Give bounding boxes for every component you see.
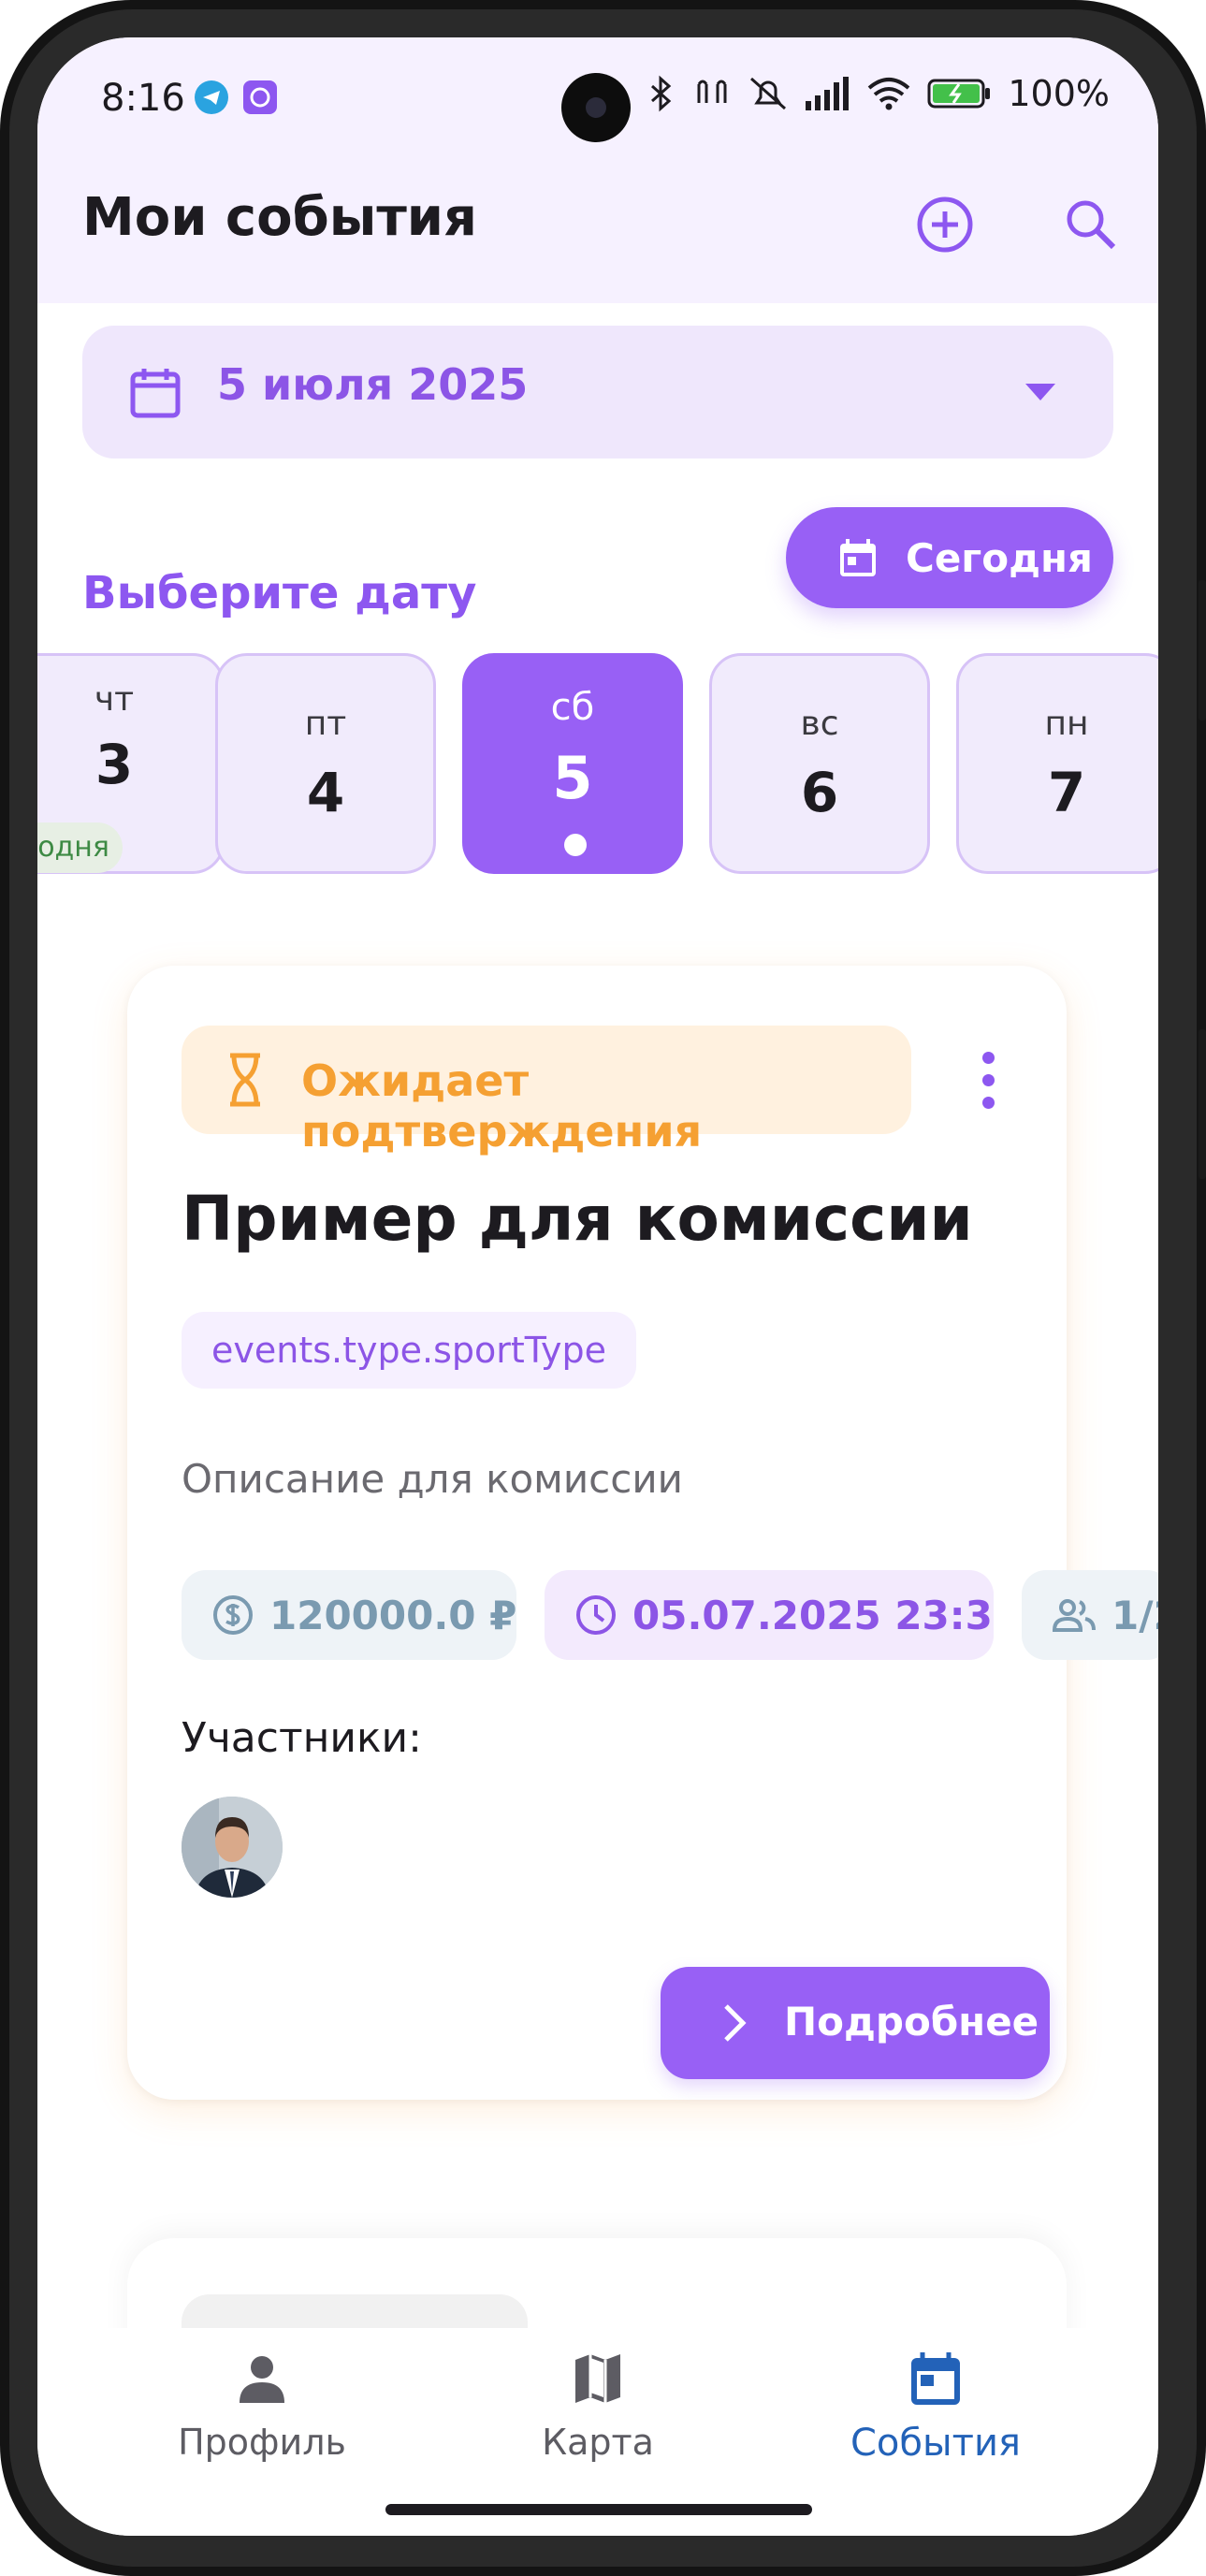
more-dot-icon xyxy=(982,1052,995,1064)
day-fri[interactable]: пт 4 xyxy=(215,653,436,874)
day-number: 7 xyxy=(1047,761,1086,824)
price-value: 120000.0 ₽ xyxy=(269,1592,516,1638)
battery-percent: 100% xyxy=(1008,73,1110,114)
participants-label: Участники: xyxy=(182,1714,422,1762)
power-button xyxy=(1199,1029,1206,1179)
details-button-label: Подробнее xyxy=(784,1999,1039,2045)
participants-count: 1/2 xyxy=(1112,1592,1158,1638)
phone-frame: 8:16 100% Мои события 5 июля 2025 Выбери… xyxy=(0,0,1206,2576)
status-badge: Ожидает подтверждения xyxy=(182,1026,911,1157)
day-thu[interactable]: чт 3 Сегодня xyxy=(37,653,225,874)
app-bar: 8:16 100% Мои события xyxy=(37,37,1158,303)
more-dot-icon xyxy=(982,1097,995,1109)
calendar-icon xyxy=(130,369,181,418)
avatar[interactable] xyxy=(182,1797,283,1898)
search-button[interactable] xyxy=(1052,185,1130,264)
day-name: пн xyxy=(1044,705,1089,743)
pick-date-label: Выберите дату xyxy=(82,567,477,619)
map-icon xyxy=(575,2354,620,2403)
participants-count-chip: 1/2 xyxy=(1022,1570,1158,1660)
day-number: 6 xyxy=(800,761,839,824)
day-name: сб xyxy=(550,686,595,729)
nav-label: Профиль xyxy=(178,2422,346,2463)
telegram-icon xyxy=(195,80,228,114)
headphones-icon xyxy=(697,80,727,103)
day-number: 4 xyxy=(306,761,345,824)
day-number: 3 xyxy=(94,733,134,796)
nav-events[interactable]: События xyxy=(795,2328,1076,2478)
event-type-chip: events.type.sportType xyxy=(182,1312,637,1389)
today-button[interactable]: Сегодня xyxy=(786,507,1113,608)
selected-date: 5 июля 2025 xyxy=(217,359,529,410)
day-name: вс xyxy=(800,705,839,743)
day-name: чт xyxy=(94,680,135,719)
more-options-button[interactable] xyxy=(951,1039,1025,1123)
calendar-icon xyxy=(911,2352,960,2405)
day-name: пт xyxy=(304,705,347,743)
datetime-chip: 05.07.2025 23:30 xyxy=(545,1570,994,1660)
dollar-icon xyxy=(213,1595,253,1635)
today-button-label: Сегодня xyxy=(906,535,1094,581)
page-title: Мои события xyxy=(82,187,477,248)
avatar-photo xyxy=(182,1797,283,1898)
status-icons: 100% xyxy=(647,73,1110,114)
signal-icon xyxy=(806,77,850,110)
chevron-right-icon xyxy=(724,2004,747,2042)
wifi-icon xyxy=(868,78,910,110)
person-icon xyxy=(240,2356,284,2403)
app-icon xyxy=(243,80,277,114)
event-title: Пример для комиссии xyxy=(182,1183,973,1255)
add-circle-icon xyxy=(917,196,973,253)
price-chip: 120000.0 ₽ xyxy=(182,1570,516,1660)
today-badge: Сегодня xyxy=(37,822,123,873)
home-indicator[interactable] xyxy=(385,2504,812,2515)
group-icon xyxy=(1052,1599,1096,1632)
screen: 8:16 100% Мои события 5 июля 2025 Выбери… xyxy=(37,37,1158,2536)
datetime-value: 05.07.2025 23:30 xyxy=(632,1592,994,1638)
add-event-button[interactable] xyxy=(906,185,984,264)
nav-profile[interactable]: Профиль xyxy=(122,2328,402,2478)
calendar-today-icon xyxy=(840,539,876,576)
event-card[interactable]: Ожидает подтверждения Пример для комисси… xyxy=(127,966,1158,2100)
volume-button xyxy=(1199,580,1206,720)
details-button[interactable]: Подробнее xyxy=(661,1967,1050,2079)
search-icon xyxy=(1067,200,1116,250)
event-description: Описание для комиссии xyxy=(182,1456,683,1502)
nav-label: События xyxy=(850,2422,1021,2465)
mute-icon xyxy=(750,77,787,110)
bluetooth-icon xyxy=(651,75,672,112)
hourglass-icon xyxy=(230,1053,260,1107)
status-bar: 8:16 100% xyxy=(37,37,1158,174)
nav-label: Карта xyxy=(542,2422,654,2463)
status-text: Ожидает подтверждения xyxy=(301,1055,703,1157)
clock-icon xyxy=(576,1595,616,1635)
day-sat-selected[interactable]: сб 5 xyxy=(462,653,683,874)
day-number: 5 xyxy=(552,744,593,812)
more-dot-icon xyxy=(982,1074,995,1086)
status-time: 8:16 xyxy=(101,77,185,120)
front-camera xyxy=(561,73,631,142)
nav-map[interactable]: Карта xyxy=(458,2328,738,2478)
dropdown-arrow-icon xyxy=(1025,384,1055,400)
battery-icon xyxy=(927,79,991,109)
event-dot xyxy=(564,834,587,856)
day-mon[interactable]: пн 7 xyxy=(956,653,1158,874)
day-sun[interactable]: вс 6 xyxy=(709,653,930,874)
